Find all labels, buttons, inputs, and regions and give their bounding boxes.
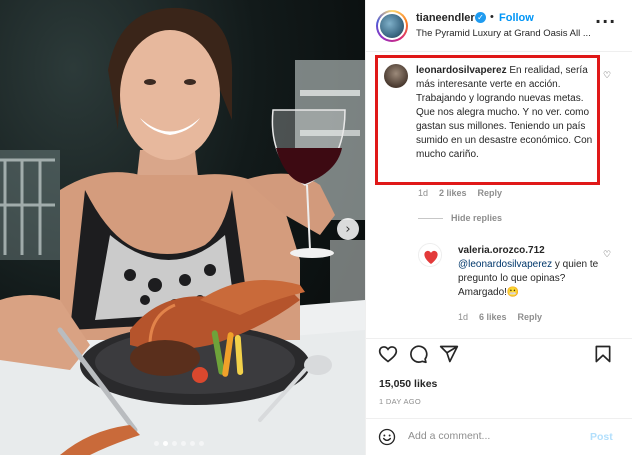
comment-icon[interactable] <box>408 344 428 364</box>
comment-like-icon[interactable]: ♡ <box>603 71 611 81</box>
post-sidebar: tianeendler ✓ • Follow The Pyramid Luxur… <box>365 0 632 455</box>
emoji-icon[interactable] <box>378 428 396 446</box>
author-username[interactable]: tianeendler <box>416 12 475 24</box>
share-icon[interactable] <box>439 344 459 364</box>
post-timestamp: 1 DAY AGO <box>379 397 422 406</box>
reply-meta: 1d 6 likes Reply <box>458 312 542 322</box>
comment-text: leonardosilvaperez En realidad, sería má… <box>416 64 598 162</box>
post-photo[interactable]: › <box>0 0 365 455</box>
bookmark-icon[interactable] <box>593 344 613 364</box>
heart-icon[interactable] <box>378 344 398 364</box>
add-comment-input[interactable] <box>408 430 588 442</box>
likes-count[interactable]: 15,050 likes <box>379 378 437 390</box>
carousel-dot <box>181 441 186 446</box>
reply-time[interactable]: 1d <box>458 312 468 322</box>
replies-divider <box>418 218 443 219</box>
reply-username[interactable]: valeria.orozco.712 <box>458 245 545 256</box>
reply-like-icon[interactable]: ♡ <box>603 250 611 260</box>
more-options-icon[interactable]: ··· <box>595 12 616 31</box>
comment-body: En realidad, sería más interesante verte… <box>416 65 593 160</box>
comment-reply-button[interactable]: Reply <box>478 188 503 198</box>
author-avatar[interactable] <box>376 10 408 42</box>
reply-avatar[interactable] <box>418 243 442 267</box>
photo-illustration <box>0 7 365 455</box>
comment-username[interactable]: leonardosilvaperez <box>416 65 507 76</box>
actions-divider <box>366 338 632 339</box>
follow-button[interactable]: Follow <box>499 12 534 24</box>
carousel-dot <box>172 441 177 446</box>
verified-badge-icon: ✓ <box>475 12 486 23</box>
carousel-dot <box>199 441 204 446</box>
reply-text: valeria.orozco.712 @leonardosilvaperez y… <box>458 244 603 300</box>
post-comment-button[interactable]: Post <box>590 431 613 443</box>
carousel-dot <box>154 441 159 446</box>
comment-meta: 1d 2 likes Reply <box>418 188 502 198</box>
comment-avatar[interactable] <box>384 64 408 88</box>
reply-reply-button[interactable]: Reply <box>518 312 543 322</box>
reply-likes[interactable]: 6 likes <box>479 312 507 322</box>
hide-replies-button[interactable]: Hide replies <box>451 213 502 223</box>
carousel-next-button[interactable]: › <box>337 218 359 240</box>
post-location[interactable]: The Pyramid Luxury at Grand Oasis All ..… <box>416 28 591 39</box>
reply-mention[interactable]: @leonardosilvaperez <box>458 259 552 270</box>
carousel-dot <box>163 441 168 446</box>
comment-time[interactable]: 1d <box>418 188 428 198</box>
carousel-dots <box>154 441 204 446</box>
post-header: tianeendler ✓ • Follow The Pyramid Luxur… <box>366 0 632 52</box>
carousel-dot <box>190 441 195 446</box>
header-separator: • <box>490 11 494 23</box>
comment-likes[interactable]: 2 likes <box>439 188 467 198</box>
